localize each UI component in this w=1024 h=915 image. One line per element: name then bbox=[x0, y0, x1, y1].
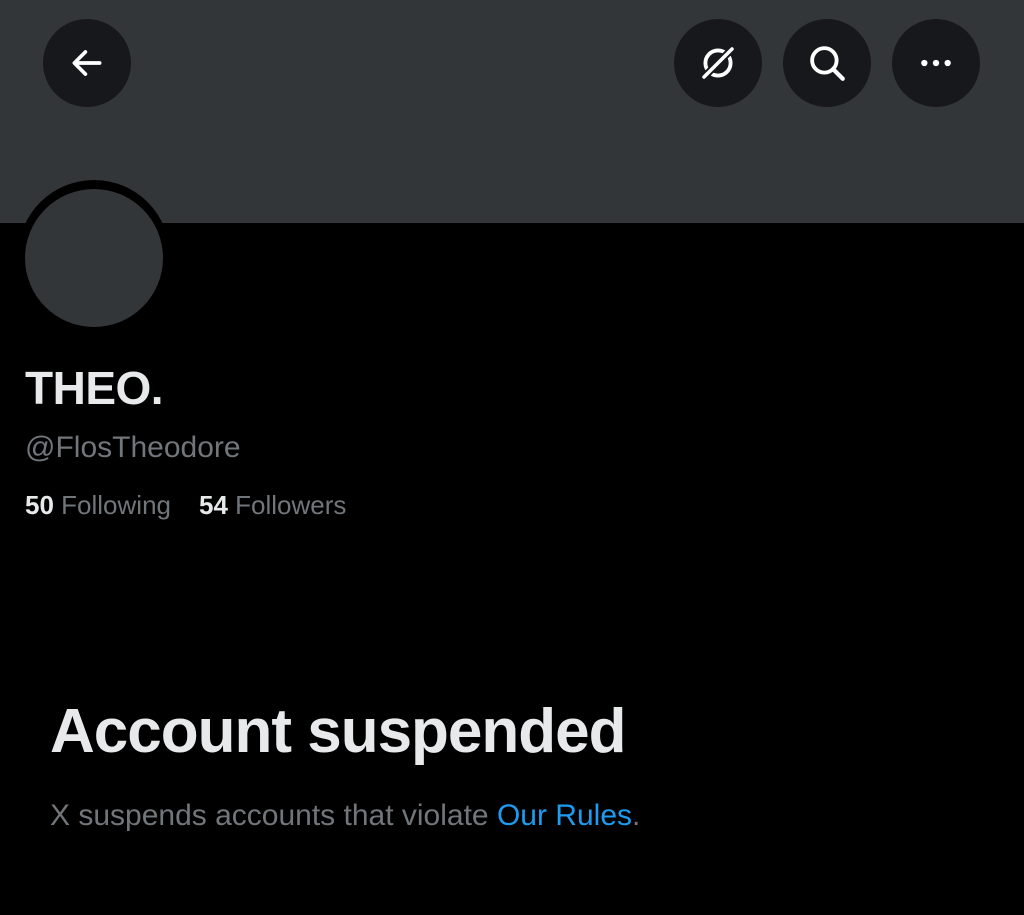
more-horizontal-icon bbox=[916, 43, 956, 83]
back-button[interactable] bbox=[43, 19, 131, 107]
suspension-title: Account suspended bbox=[50, 697, 627, 766]
following-link[interactable]: 50 Following bbox=[25, 487, 171, 523]
suspension-message-text: X suspends accounts that violate bbox=[50, 799, 497, 832]
profile-banner bbox=[0, 0, 1024, 223]
follow-stats: 50 Following 54 Followers bbox=[25, 487, 346, 523]
suspension-message: X suspends accounts that violate Our Rul… bbox=[50, 796, 640, 836]
following-count: 50 bbox=[25, 490, 54, 520]
our-rules-link[interactable]: Our Rules bbox=[497, 799, 632, 832]
search-icon bbox=[806, 42, 848, 84]
avatar[interactable] bbox=[25, 189, 163, 327]
arrow-left-icon bbox=[68, 44, 106, 82]
suspension-message-period: . bbox=[632, 799, 641, 832]
user-handle: @FlosTheodore bbox=[25, 431, 241, 464]
grok-button[interactable] bbox=[674, 19, 762, 107]
display-name: THEO. bbox=[25, 362, 164, 414]
followers-count: 54 bbox=[198, 490, 228, 520]
grok-icon bbox=[697, 42, 739, 84]
followers-label: Followers bbox=[235, 490, 347, 520]
followers-link[interactable]: 54 Followers bbox=[199, 487, 346, 523]
following-label: Following bbox=[61, 490, 171, 520]
search-button[interactable] bbox=[783, 19, 871, 107]
more-options-button[interactable] bbox=[892, 19, 980, 107]
